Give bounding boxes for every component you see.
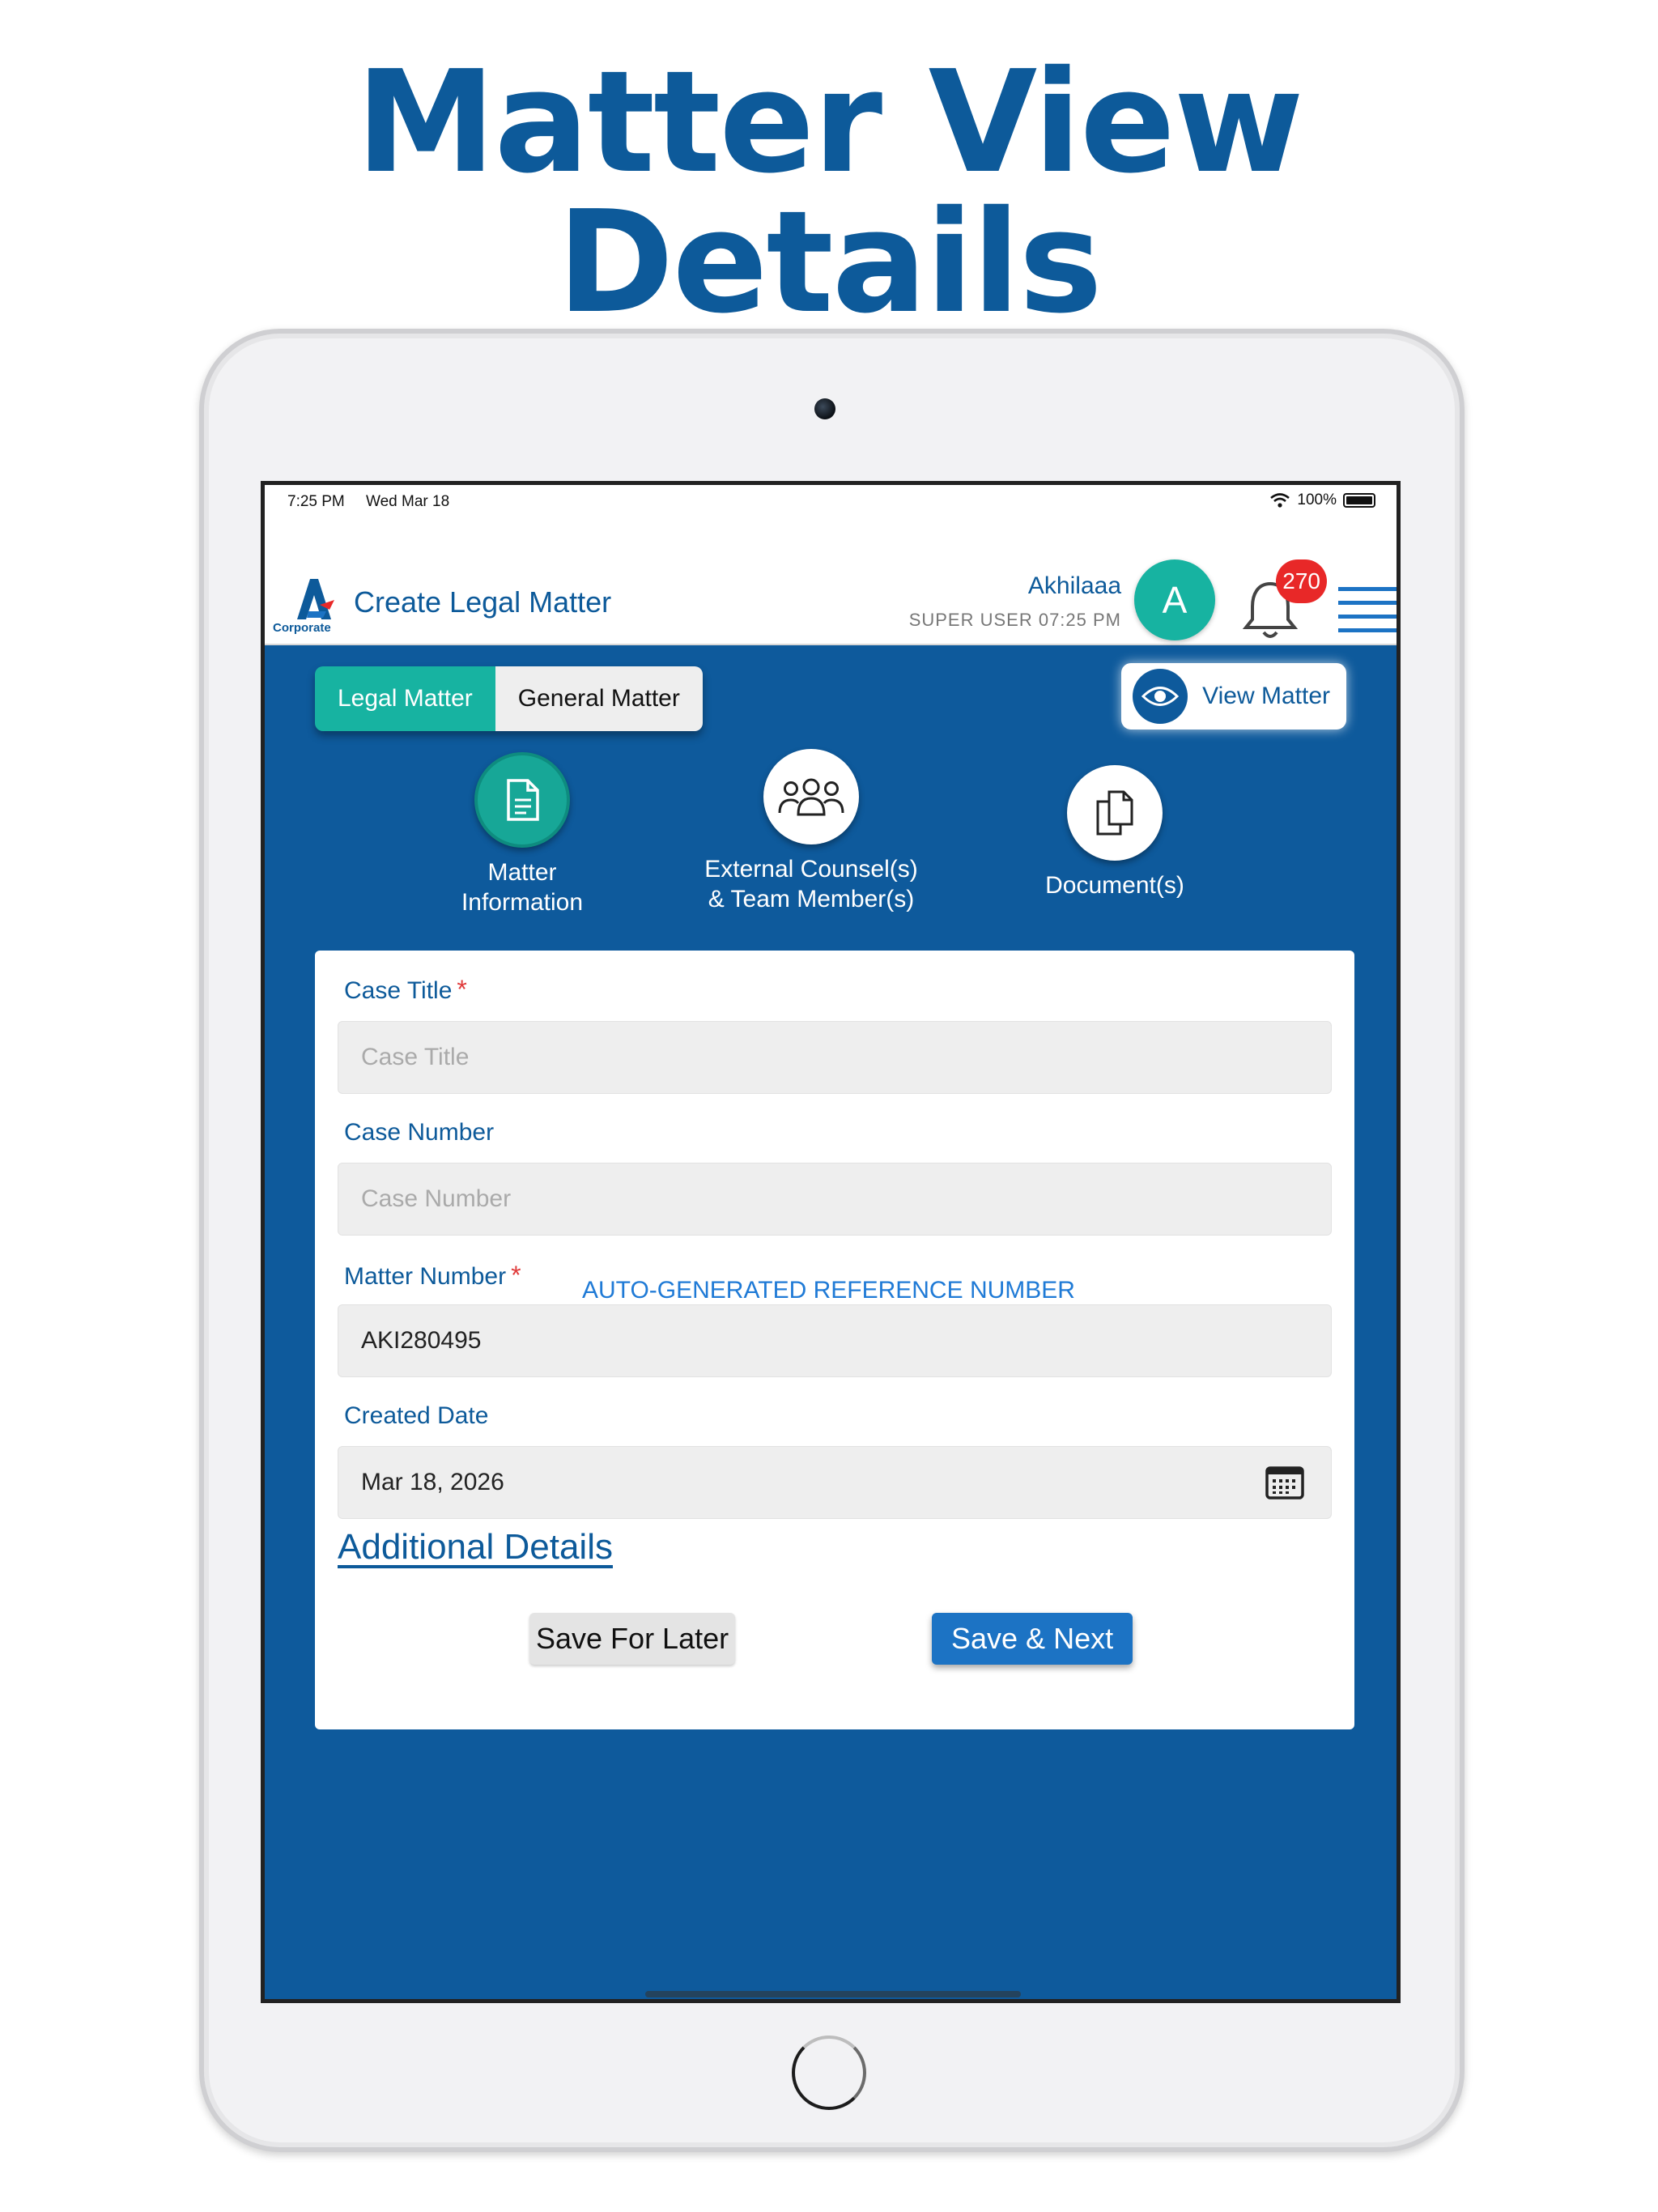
required-marker: * <box>457 975 467 1004</box>
step-label-line2: & Team Member(s) <box>708 886 915 912</box>
headline-line-1: Matter View <box>355 40 1303 205</box>
view-matter-button[interactable]: View Matter <box>1121 663 1346 730</box>
view-matter-label: View Matter <box>1202 683 1330 709</box>
user-name: Akhilaaa <box>1027 572 1121 599</box>
calendar-icon[interactable] <box>1265 1465 1305 1500</box>
app-screen: 7:25 PM Wed Mar 18 100% Corporate Create… <box>261 481 1401 2003</box>
camera-icon <box>814 398 835 419</box>
status-right: 100% <box>1269 491 1375 509</box>
documents-icon <box>1067 765 1163 861</box>
headline-line-2: Details <box>557 181 1103 345</box>
created-date-label: Created Date <box>344 1402 489 1429</box>
avatar[interactable]: A <box>1134 559 1215 640</box>
auto-generated-hint: AUTO-GENERATED REFERENCE NUMBER <box>582 1277 1075 1304</box>
step-external-counsel[interactable]: External Counsel(s) & Team Member(s) <box>678 749 945 914</box>
created-date-input[interactable]: Mar 18, 2026 <box>338 1446 1332 1519</box>
matter-form-card: Case Title * Case Title Case Number Case … <box>315 951 1354 1729</box>
case-title-label: Case Title * <box>344 975 467 1004</box>
step-label-line2: Information <box>461 889 584 916</box>
case-number-input[interactable]: Case Number <box>338 1163 1332 1236</box>
eye-icon <box>1133 669 1188 724</box>
step-label-line1: Matter <box>487 859 557 886</box>
document-icon <box>474 752 570 848</box>
user-role: SUPER USER 07:25 PM <box>908 610 1121 630</box>
status-date: Wed Mar 18 <box>366 493 450 510</box>
tab-legal-matter[interactable]: Legal Matter <box>315 666 495 731</box>
logo-text: Corporate <box>273 621 331 635</box>
hamburger-menu-icon[interactable] <box>1338 587 1397 639</box>
save-and-next-button[interactable]: Save & Next <box>932 1613 1133 1665</box>
matter-number-label: Matter Number * <box>344 1261 521 1290</box>
additional-details-link[interactable]: Additional Details <box>338 1527 613 1568</box>
tab-general-matter[interactable]: General Matter <box>495 666 703 731</box>
save-for-later-button[interactable]: Save For Later <box>529 1613 736 1665</box>
matter-number-field: AKI280495 <box>338 1304 1332 1377</box>
required-marker: * <box>511 1261 521 1290</box>
step-label-line1: Document(s) <box>1045 872 1184 899</box>
battery-icon <box>1343 493 1375 508</box>
step-label-line1: External Counsel(s) <box>704 856 918 883</box>
team-icon <box>763 749 859 844</box>
step-documents[interactable]: Document(s) <box>1018 765 1212 900</box>
status-time: 7:25 PM <box>287 493 345 510</box>
matter-type-toggle: Legal Matter General Matter <box>315 666 703 731</box>
status-bar: 7:25 PM Wed Mar 18 100% <box>265 485 1397 537</box>
created-date-value: Mar 18, 2026 <box>361 1469 504 1495</box>
notification-badge[interactable]: 270 <box>1276 559 1327 603</box>
case-number-label: Case Number <box>344 1119 495 1146</box>
home-indicator <box>645 1991 1021 1997</box>
battery-percent: 100% <box>1297 491 1337 508</box>
page-title: Create Legal Matter <box>354 585 612 619</box>
app-header: Corporate Create Legal Matter Akhilaaa S… <box>265 537 1397 645</box>
case-title-input[interactable]: Case Title <box>338 1021 1332 1094</box>
step-matter-information[interactable]: Matter Information <box>425 752 619 917</box>
wifi-icon <box>1270 493 1290 508</box>
home-button[interactable] <box>792 2035 866 2110</box>
